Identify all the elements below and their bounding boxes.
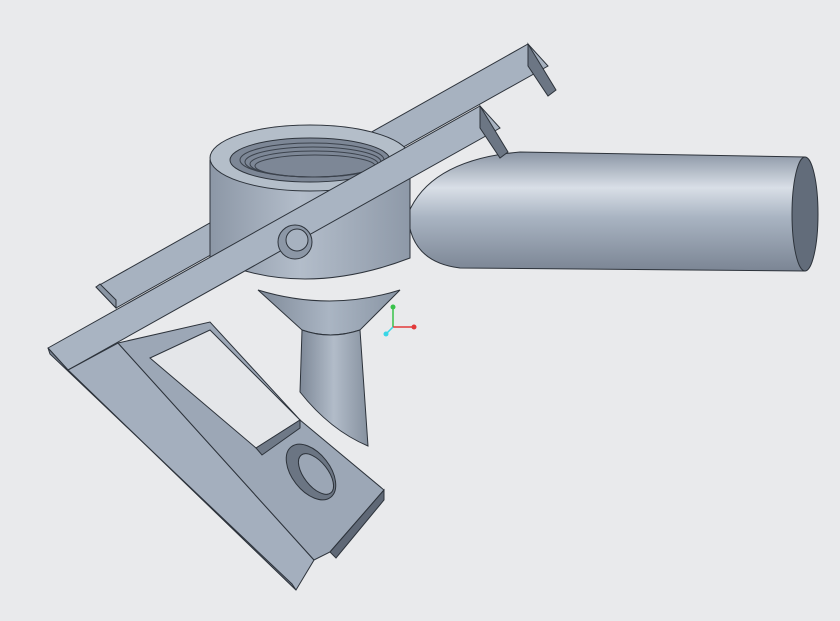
z-axis-tip	[383, 331, 389, 337]
funnel[interactable]	[257, 289, 401, 336]
coordinate-triad-icon	[383, 304, 417, 337]
cad-model-view[interactable]	[0, 0, 840, 621]
y-axis-tip	[390, 304, 396, 310]
x-axis-tip	[411, 324, 417, 330]
side-tube[interactable]	[407, 151, 819, 272]
cad-viewport[interactable]	[0, 0, 840, 621]
pivot-pin[interactable]	[277, 224, 313, 260]
